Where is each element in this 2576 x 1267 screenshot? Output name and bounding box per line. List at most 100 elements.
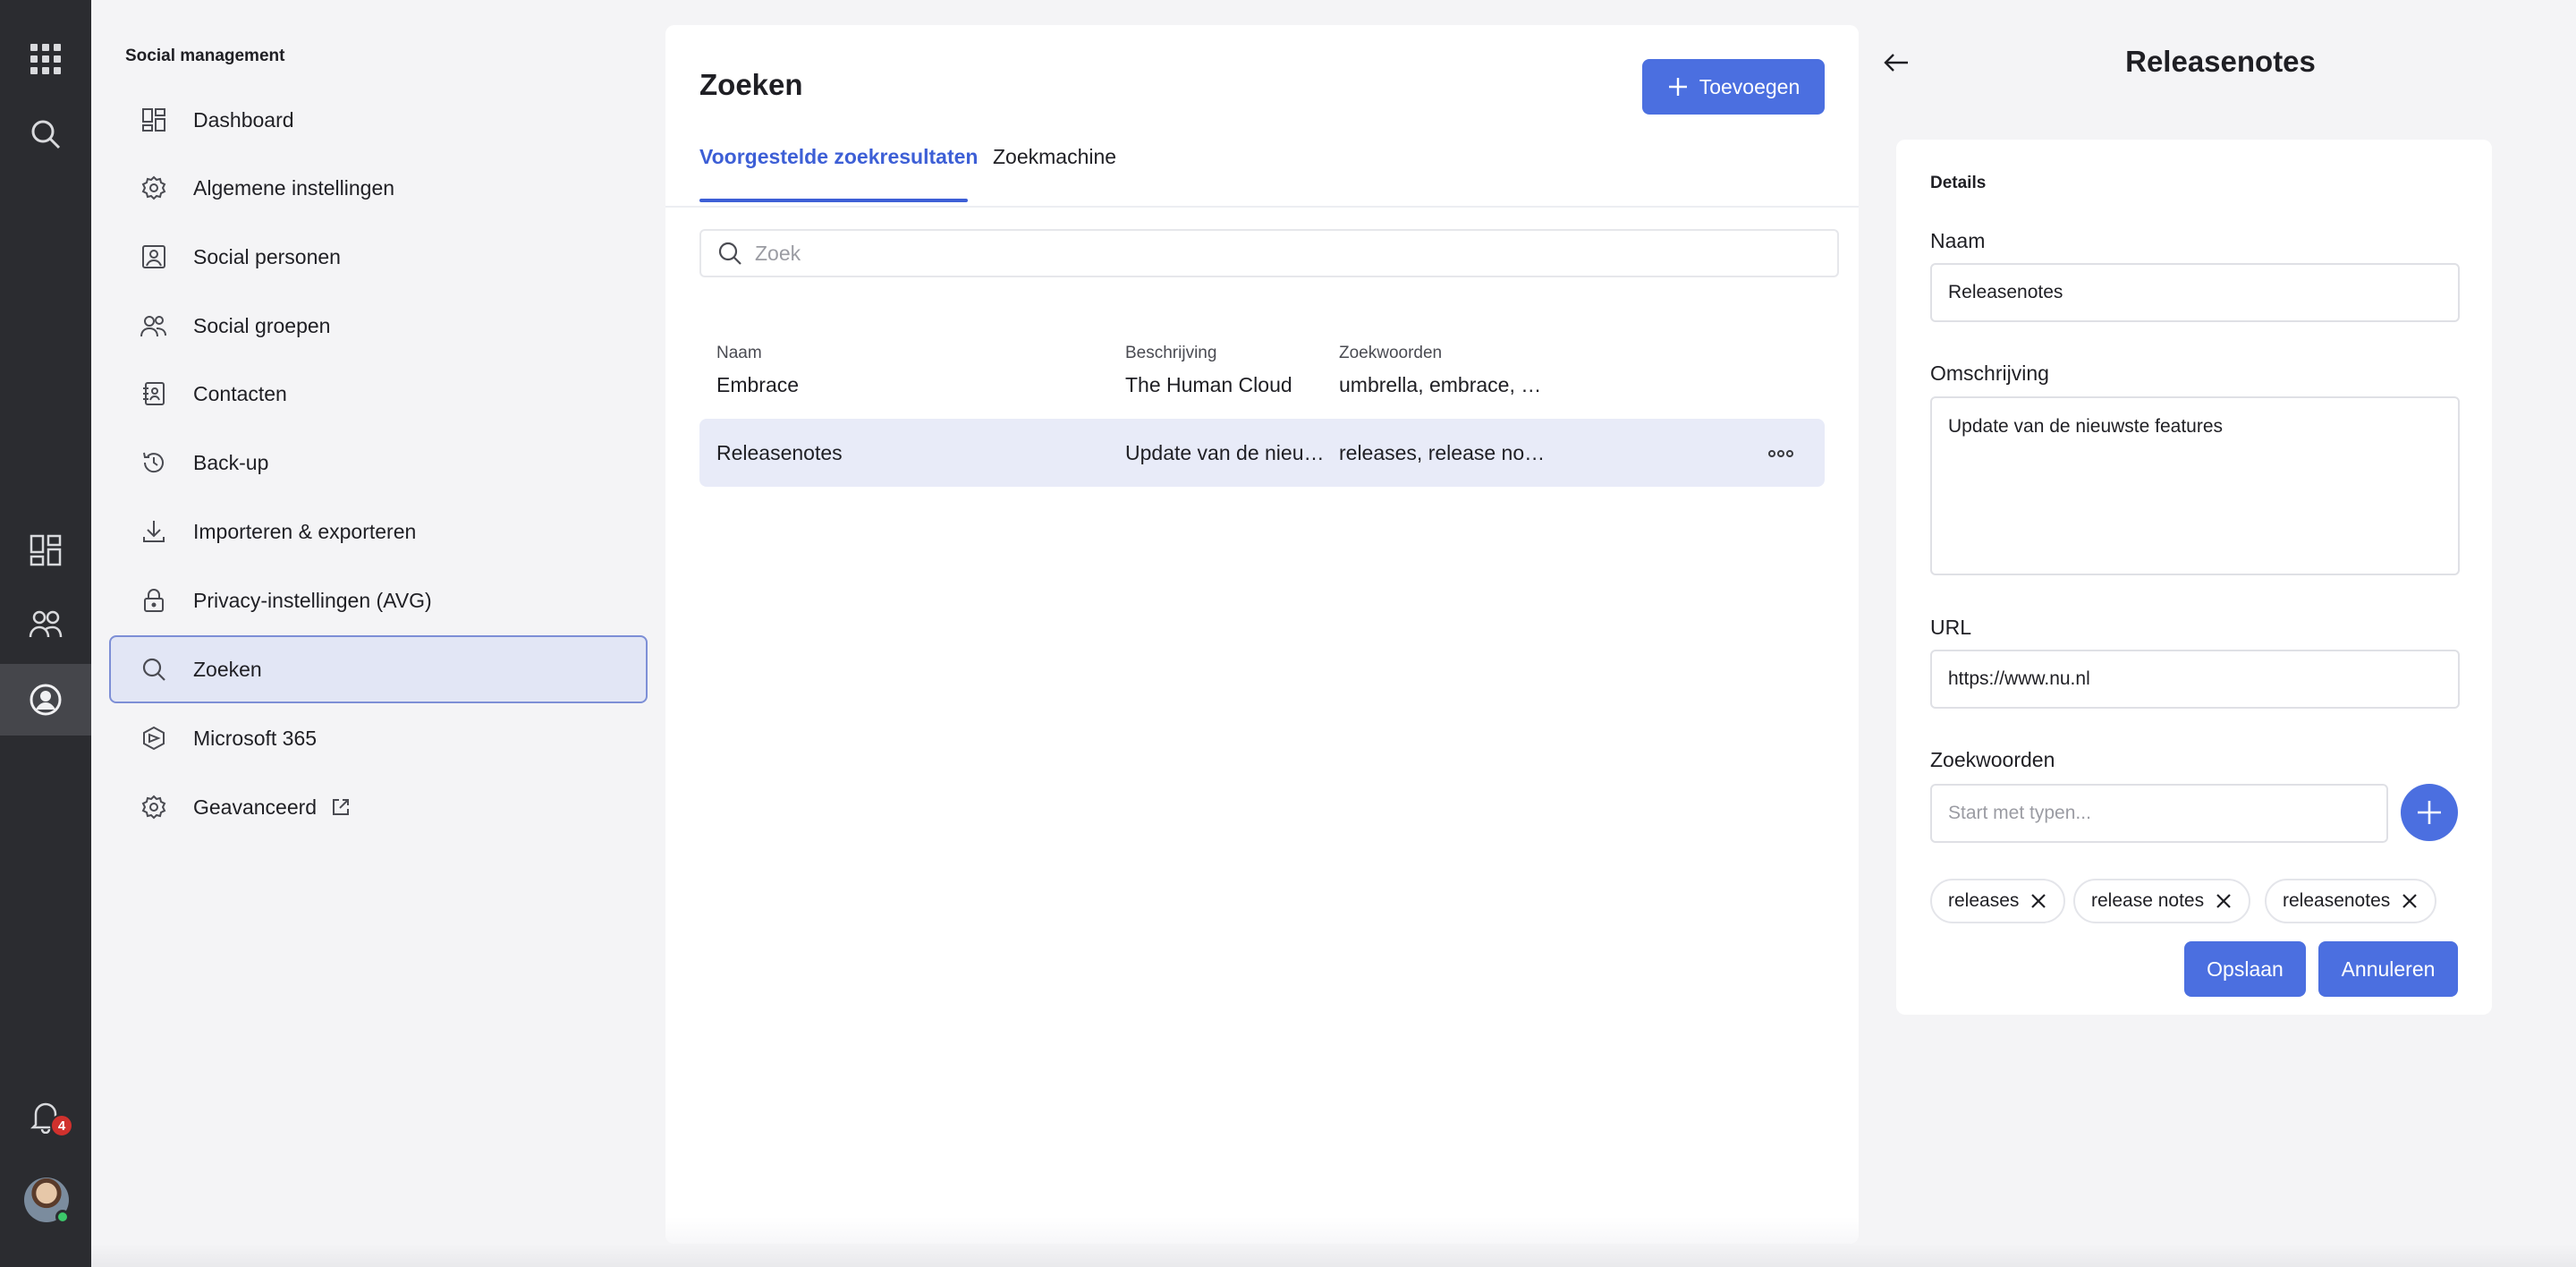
sidebar-item-label: Algemene instellingen <box>193 175 395 200</box>
hexagon-icon <box>143 726 165 751</box>
rail-people-button[interactable] <box>0 589 91 660</box>
add-keyword-button[interactable] <box>2401 784 2458 841</box>
sidebar-item-import-export[interactable]: Importeren & exporteren <box>109 497 648 565</box>
active-tab-indicator <box>699 199 968 202</box>
person-card-icon <box>142 245 165 268</box>
lock-icon <box>144 589 164 612</box>
sidebar-item-privacy[interactable]: Privacy-instellingen (AVG) <box>109 566 648 634</box>
save-button[interactable]: Opslaan <box>2184 941 2306 997</box>
rail-search-button[interactable] <box>0 98 91 170</box>
sidebar-item-label: Microsoft 365 <box>193 726 318 750</box>
row-more-button[interactable] <box>1766 440 1796 467</box>
gear-icon <box>141 175 166 200</box>
sidebar-item-backup[interactable]: Back-up <box>109 429 648 497</box>
app-rail: 4 <box>0 0 91 1267</box>
row-name: Releasenotes <box>716 441 843 464</box>
social-icon <box>30 684 62 716</box>
sidebar-item-label: Social groepen <box>193 313 331 337</box>
close-icon <box>2402 894 2418 908</box>
sidebar-item-social-persons[interactable]: Social personen <box>109 223 648 291</box>
remove-chip-button[interactable] <box>2401 892 2419 910</box>
keywords-input[interactable] <box>1930 784 2388 843</box>
notification-badge: 4 <box>50 1114 73 1137</box>
table-row[interactable]: Releasenotes Update van de nieuwste feat… <box>699 419 1825 487</box>
sidebar-item-label: Importeren & exporteren <box>193 519 417 543</box>
search-field <box>699 229 1839 277</box>
row-name: Embrace <box>716 373 800 396</box>
row-keywords: releases, release notes, releasenotes <box>1339 441 1546 464</box>
close-icon <box>2031 894 2046 908</box>
sidebar-item-label: Dashboard <box>193 107 294 132</box>
table-row[interactable]: Embrace The Human Cloud umbrella, embrac… <box>699 351 1825 419</box>
name-label: Naam <box>1930 229 1986 252</box>
page-bottom-edge <box>91 1244 2576 1267</box>
chip-label: release notes <box>2091 890 2205 911</box>
tabs-divider <box>665 206 1859 208</box>
search-icon <box>31 120 61 149</box>
sidebar-item-label: Geavanceerd <box>193 795 318 819</box>
row-description: Update van de nieuwste features <box>1125 441 1338 464</box>
sidebar-item-advanced[interactable]: Geavanceerd <box>109 773 648 841</box>
keyword-chip: releases <box>1930 879 2066 923</box>
online-status-dot <box>55 1210 70 1224</box>
external-link-icon <box>333 799 350 815</box>
rail-social-button[interactable] <box>0 664 91 736</box>
dashboard-icon <box>142 108 165 132</box>
keywords-label: Zoekwoorden <box>1930 748 2055 771</box>
add-button-label: Toevoegen <box>1699 74 1801 98</box>
details-card: Details Naam Omschrijving URL Zoekwoorde… <box>1896 140 2492 1015</box>
sidebar-item-search[interactable]: Zoeken <box>109 635 648 703</box>
sidebar-item-microsoft-365[interactable]: Microsoft 365 <box>109 704 648 772</box>
plus-icon <box>1668 78 1687 96</box>
people-icon <box>29 610 63 638</box>
search-input[interactable] <box>755 241 1837 266</box>
url-field[interactable] <box>1930 650 2460 709</box>
detail-title: Releasenotes <box>2125 45 2316 78</box>
remove-chip-button[interactable] <box>2215 892 2233 910</box>
apps-icon <box>30 44 61 74</box>
close-icon <box>2216 894 2231 908</box>
search-icon <box>142 658 165 681</box>
tab-suggested-results[interactable]: Voorgestelde zoekresultaten <box>699 145 978 199</box>
description-field[interactable] <box>1930 396 2460 575</box>
cancel-button[interactable]: Annuleren <box>2318 941 2458 997</box>
chip-label: releases <box>1948 890 2020 911</box>
dashboard-icon <box>30 534 62 566</box>
page-title: Zoeken <box>699 68 803 101</box>
remove-chip-button[interactable] <box>2029 892 2047 910</box>
details-heading: Details <box>1930 174 1987 192</box>
sidebar-item-dashboard[interactable]: Dashboard <box>109 86 648 154</box>
name-field[interactable] <box>1930 263 2460 322</box>
sidebar-item-contacts[interactable]: Contacten <box>109 360 648 428</box>
history-icon <box>143 452 164 473</box>
chip-label: releasenotes <box>2283 890 2391 911</box>
keyword-chip: releasenotes <box>2265 879 2437 923</box>
search-panel: Zoeken Toevoegen Voorgestelde zoekresult… <box>665 25 1859 1244</box>
tab-search-engine[interactable]: Zoekmachine <box>993 145 1116 199</box>
row-description: The Human Cloud <box>1125 373 1292 396</box>
url-label: URL <box>1930 616 1972 639</box>
more-horizontal-icon <box>1768 450 1793 457</box>
gear-icon <box>141 795 166 820</box>
group-icon <box>140 316 166 337</box>
sidebar-item-social-groups[interactable]: Social groepen <box>109 292 648 360</box>
settings-sidebar: Social management Dashboard Algemene ins… <box>91 0 655 1267</box>
search-icon <box>718 242 741 265</box>
plus-icon <box>2418 801 2441 824</box>
apps-button[interactable] <box>0 23 91 95</box>
sidebar-item-label: Zoeken <box>193 657 262 681</box>
sidebar-item-label: Contacten <box>193 381 287 405</box>
description-label: Omschrijving <box>1930 361 2049 385</box>
sidebar-item-label: Privacy-instellingen (AVG) <box>193 588 432 612</box>
row-keywords: umbrella, embrace, m... <box>1339 373 1554 396</box>
notifications-button[interactable] <box>0 1081 91 1152</box>
sidebar-item-label: Back-up <box>193 450 269 474</box>
sidebar-item-label: Social personen <box>193 244 341 268</box>
sidebar-heading: Social management <box>125 47 285 65</box>
sidebar-item-general-settings[interactable]: Algemene instellingen <box>109 154 648 222</box>
download-icon <box>143 521 165 542</box>
rail-dashboard-button[interactable] <box>0 514 91 586</box>
panel-bottom <box>665 1217 1859 1244</box>
add-button[interactable]: Toevoegen <box>1642 59 1825 115</box>
contacts-icon <box>143 382 165 405</box>
